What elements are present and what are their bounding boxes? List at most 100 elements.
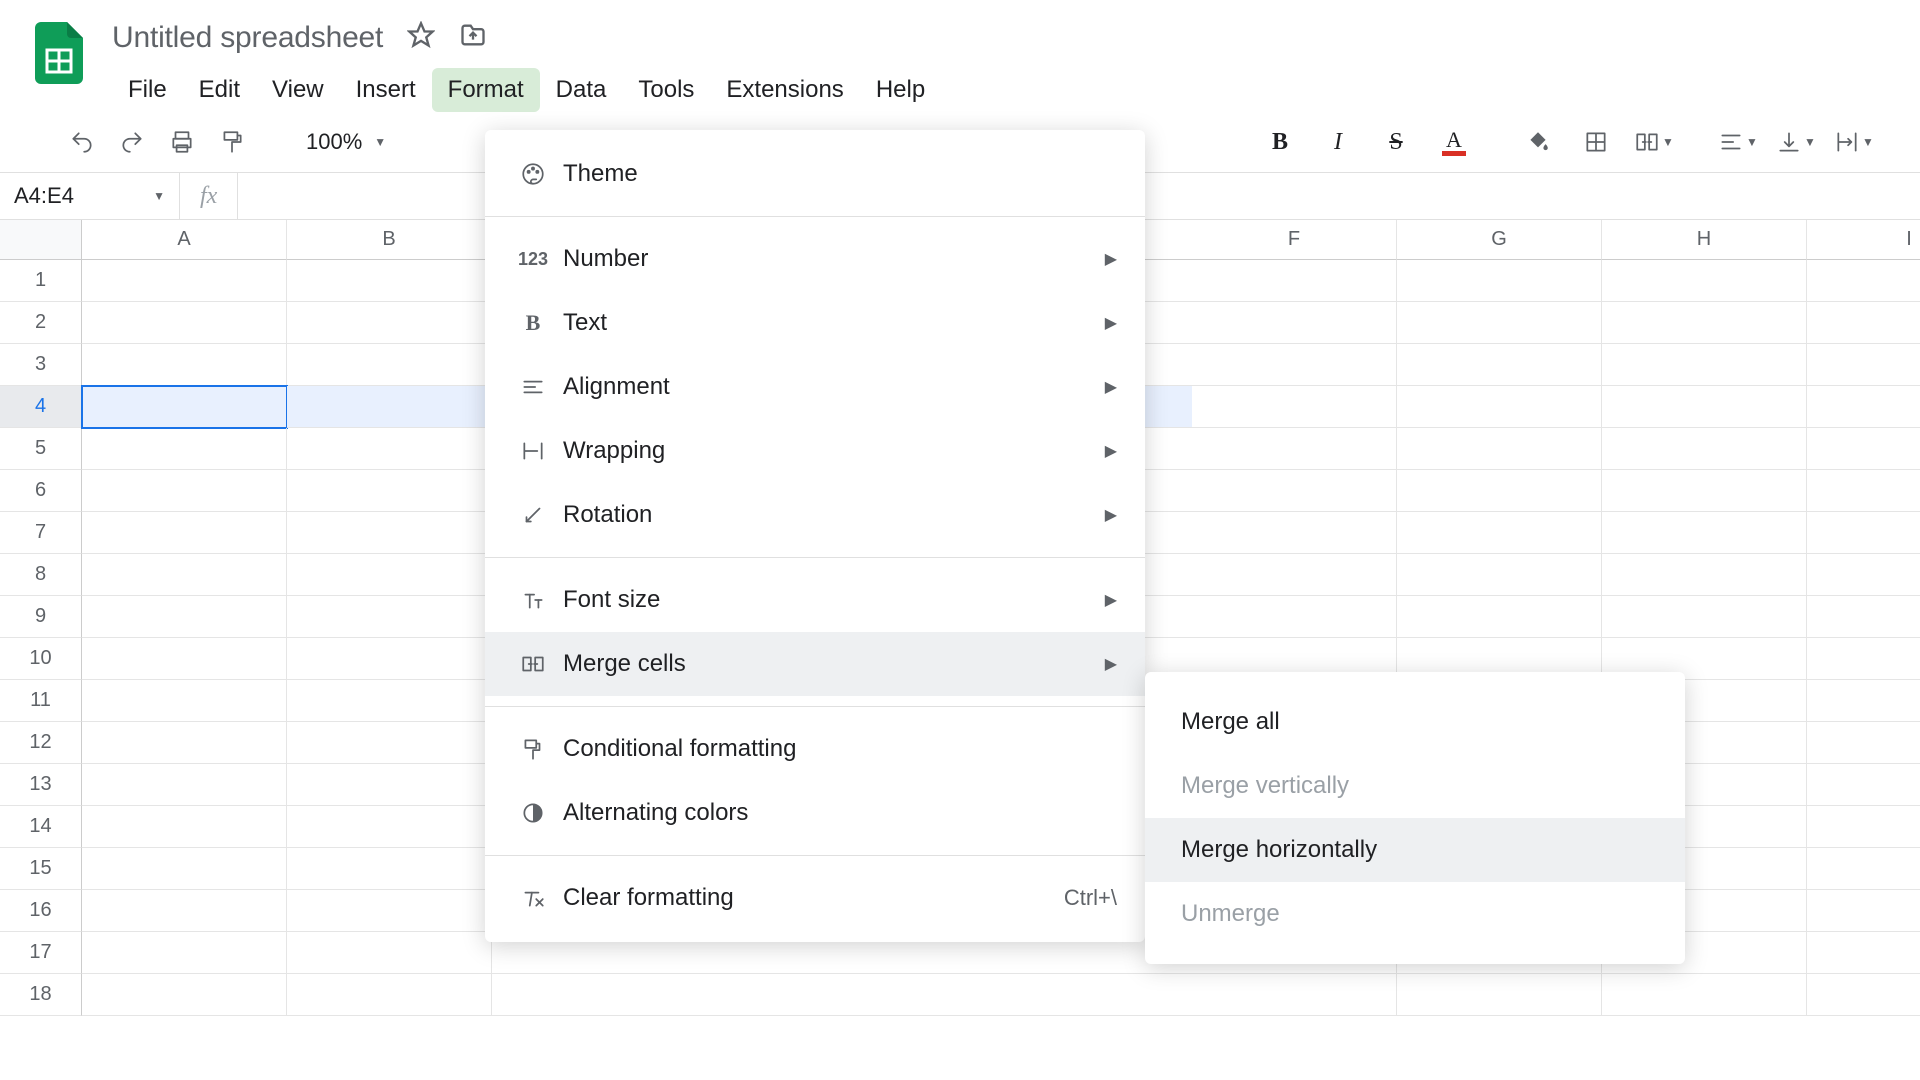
merge-horizontally[interactable]: Merge horizontally [1145, 818, 1685, 882]
zoom-dropdown[interactable]: 100% ▼ [296, 129, 396, 155]
menu-clear-formatting[interactable]: Clear formatting Ctrl+\ [485, 866, 1145, 930]
cell[interactable] [82, 260, 287, 302]
cell[interactable] [1602, 974, 1807, 1016]
cell[interactable] [82, 470, 287, 512]
cell[interactable] [287, 806, 492, 848]
cell[interactable] [1602, 596, 1807, 638]
cell[interactable] [287, 386, 492, 428]
cell[interactable] [82, 680, 287, 722]
cell[interactable] [82, 344, 287, 386]
menu-conditional-formatting[interactable]: Conditional formatting [485, 717, 1145, 781]
cell[interactable] [1807, 974, 1920, 1016]
cell[interactable] [1397, 512, 1602, 554]
horizontal-align-button[interactable]: ▼ [1712, 120, 1764, 164]
cell[interactable] [1602, 470, 1807, 512]
cell[interactable] [287, 512, 492, 554]
column-header[interactable]: A [82, 220, 287, 260]
cell[interactable] [82, 386, 287, 428]
borders-button[interactable] [1570, 120, 1622, 164]
cell[interactable] [1807, 386, 1920, 428]
cell[interactable] [1602, 344, 1807, 386]
row-header[interactable]: 16 [0, 890, 82, 932]
cell[interactable] [492, 974, 1192, 1016]
row-header[interactable]: 8 [0, 554, 82, 596]
paint-format-button[interactable] [210, 120, 254, 164]
cell[interactable] [82, 722, 287, 764]
menu-view[interactable]: View [256, 68, 340, 112]
row-header[interactable]: 5 [0, 428, 82, 470]
cell[interactable] [287, 722, 492, 764]
cell[interactable] [287, 554, 492, 596]
star-icon[interactable] [407, 21, 435, 56]
cell[interactable] [82, 848, 287, 890]
column-header[interactable]: B [287, 220, 492, 260]
cell[interactable] [1192, 974, 1397, 1016]
cell[interactable] [1807, 512, 1920, 554]
text-color-button[interactable]: A [1428, 120, 1480, 164]
cell[interactable] [82, 638, 287, 680]
cell[interactable] [1602, 386, 1807, 428]
cell[interactable] [1397, 302, 1602, 344]
merge-all[interactable]: Merge all [1145, 690, 1685, 754]
menu-font-size[interactable]: Font size ▶ [485, 568, 1145, 632]
menu-format[interactable]: Format [432, 68, 540, 112]
cell[interactable] [1807, 680, 1920, 722]
cell[interactable] [82, 974, 287, 1016]
cell[interactable] [1807, 764, 1920, 806]
document-title[interactable]: Untitled spreadsheet [112, 21, 383, 55]
select-all-corner[interactable] [0, 220, 82, 260]
cell[interactable] [82, 428, 287, 470]
cell[interactable] [1807, 554, 1920, 596]
menu-alignment[interactable]: Alignment ▶ [485, 355, 1145, 419]
cell[interactable] [82, 512, 287, 554]
cell[interactable] [82, 554, 287, 596]
column-header[interactable]: G [1397, 220, 1602, 260]
cell[interactable] [1807, 890, 1920, 932]
row-header[interactable]: 10 [0, 638, 82, 680]
redo-button[interactable] [110, 120, 154, 164]
cell[interactable] [287, 260, 492, 302]
cell[interactable] [1602, 428, 1807, 470]
cell[interactable] [1397, 470, 1602, 512]
menu-data[interactable]: Data [540, 68, 623, 112]
menu-edit[interactable]: Edit [183, 68, 256, 112]
cell[interactable] [1807, 428, 1920, 470]
menu-rotation[interactable]: Rotation ▶ [485, 483, 1145, 547]
cell[interactable] [1192, 344, 1397, 386]
cell[interactable] [287, 764, 492, 806]
row-header[interactable]: 7 [0, 512, 82, 554]
cell[interactable] [82, 764, 287, 806]
cell[interactable] [82, 596, 287, 638]
cell[interactable] [1602, 302, 1807, 344]
menu-number[interactable]: 123 Number ▶ [485, 227, 1145, 291]
row-header[interactable]: 2 [0, 302, 82, 344]
cell[interactable] [287, 470, 492, 512]
menu-insert[interactable]: Insert [340, 68, 432, 112]
vertical-align-button[interactable]: ▼ [1770, 120, 1822, 164]
menu-theme[interactable]: Theme [485, 142, 1145, 206]
cell[interactable] [1192, 470, 1397, 512]
cell[interactable] [1807, 470, 1920, 512]
cell[interactable] [1397, 344, 1602, 386]
cell[interactable] [1602, 554, 1807, 596]
menu-alternating-colors[interactable]: Alternating colors [485, 781, 1145, 845]
cell[interactable] [1192, 596, 1397, 638]
cell[interactable] [1807, 932, 1920, 974]
menu-help[interactable]: Help [860, 68, 941, 112]
row-header[interactable]: 4 [0, 386, 82, 428]
cell[interactable] [287, 596, 492, 638]
cell[interactable] [82, 890, 287, 932]
row-header[interactable]: 13 [0, 764, 82, 806]
menu-extensions[interactable]: Extensions [710, 68, 859, 112]
column-header[interactable]: F [1192, 220, 1397, 260]
cell[interactable] [287, 848, 492, 890]
column-header[interactable]: H [1602, 220, 1807, 260]
cell[interactable] [1602, 512, 1807, 554]
cell[interactable] [1807, 848, 1920, 890]
cell[interactable] [1397, 386, 1602, 428]
cell[interactable] [1807, 260, 1920, 302]
row-header[interactable]: 9 [0, 596, 82, 638]
cell[interactable] [287, 638, 492, 680]
row-header[interactable]: 11 [0, 680, 82, 722]
print-button[interactable] [160, 120, 204, 164]
